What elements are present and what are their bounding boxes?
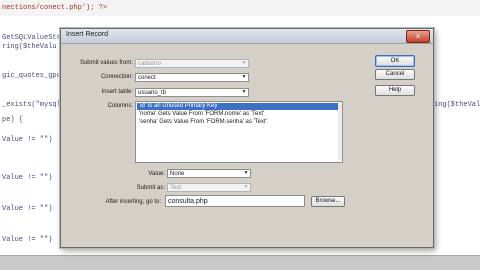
chevron-down-icon: ▼	[241, 89, 247, 95]
browse-button[interactable]: Browse...	[311, 196, 345, 207]
dialog-titlebar[interactable]: Insert Record ×	[61, 29, 433, 44]
submit-as-select[interactable]: Text ▼	[167, 183, 251, 192]
ok-button[interactable]: OK	[375, 55, 415, 67]
connection-value: conect	[138, 75, 156, 81]
columns-listbox[interactable]: 'id' Is an Unused Primary Key 'nome' Get…	[135, 101, 343, 163]
column-item[interactable]: 'nome' Gets Value From 'FORM.nome' as 'T…	[137, 111, 341, 118]
cancel-button[interactable]: Cancel	[375, 69, 415, 80]
chevron-down-icon: ▼	[243, 184, 249, 190]
connection-select[interactable]: conect ▼	[135, 73, 249, 82]
listbox-scrollbar[interactable]	[338, 102, 342, 160]
value-select-value: None	[170, 171, 185, 177]
code-line: _exists("mysql	[2, 101, 61, 109]
submit-values-from-value: cadastro	[138, 61, 162, 67]
submit-values-from-label: Submit values from:	[79, 60, 133, 66]
code-line: Value != "")	[2, 205, 53, 213]
code-line: ring($theValu	[2, 43, 57, 51]
dialog-title: Insert Record	[66, 31, 109, 38]
code-line: nections/conect.php'); ?>	[2, 4, 108, 12]
column-item[interactable]: 'senha' Gets Value From 'FORM.senha' as …	[137, 119, 341, 126]
chevron-down-icon: ▼	[241, 74, 247, 80]
chevron-down-icon: ▼	[243, 170, 249, 176]
chevron-down-icon: ▼	[241, 60, 247, 66]
close-icon: ×	[415, 32, 421, 41]
insert-table-value: usuario_tb	[138, 90, 167, 96]
column-item[interactable]: 'id' Is an Unused Primary Key	[137, 103, 341, 110]
code-line: Value != "")	[2, 236, 53, 244]
after-inserting-input[interactable]: consulta.php	[165, 195, 305, 207]
code-line: Value != "")	[2, 174, 53, 182]
after-inserting-label: After inserting, go to:	[105, 199, 161, 205]
editor-bottom-strip	[0, 255, 480, 270]
connection-label: Connection:	[100, 74, 133, 80]
code-fragment-right: ing($theValue	[434, 101, 480, 109]
value-label: Value:	[148, 171, 165, 177]
insert-table-select[interactable]: usuario_tb ▼	[135, 88, 249, 97]
close-button[interactable]: ×	[406, 30, 430, 43]
code-line: GetSQLValueStr	[2, 34, 61, 42]
submit-as-label: Submit as:	[136, 185, 165, 191]
submit-values-from-select[interactable]: cadastro ▼	[135, 59, 249, 68]
submit-as-value: Text	[170, 185, 182, 191]
code-line: Value != "")	[2, 136, 53, 144]
code-line: pe) {	[2, 116, 24, 124]
columns-label: Columns:	[107, 103, 133, 109]
insert-record-dialog: Insert Record × Submit values from: cada…	[60, 28, 434, 248]
value-select[interactable]: None ▼	[167, 169, 251, 178]
help-button[interactable]: Help	[375, 85, 415, 96]
insert-table-label: Insert table:	[101, 89, 133, 95]
code-line: gic_quotes_gpc	[2, 72, 61, 80]
